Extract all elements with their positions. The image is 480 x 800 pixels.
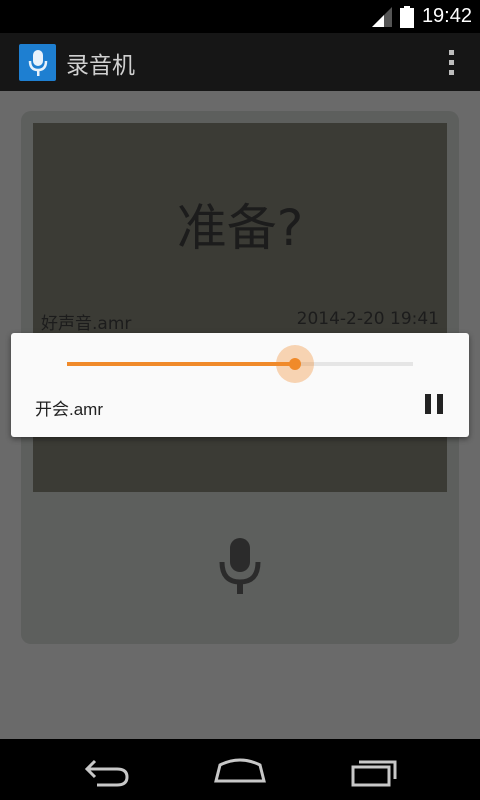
overflow-menu-button[interactable]: [446, 48, 458, 78]
microphone-icon: [219, 538, 261, 594]
back-button[interactable]: [77, 753, 137, 787]
status-icons: 19:42: [371, 0, 472, 33]
navigation-bar: [0, 739, 480, 800]
status-time: 19:42: [421, 5, 472, 27]
app-icon[interactable]: [19, 44, 56, 81]
battery-icon: [399, 5, 414, 28]
app-title: 录音机: [66, 53, 135, 79]
last-recording-date: 2014-2-20 19:41: [296, 309, 439, 329]
record-button[interactable]: [217, 536, 263, 596]
pause-icon: [425, 394, 431, 414]
seek-bar-thumb[interactable]: [276, 345, 315, 383]
overflow-menu-icon: [449, 50, 454, 75]
home-button[interactable]: [210, 753, 270, 787]
last-recording-name[interactable]: 好声音.amr: [41, 309, 131, 334]
status-bar: 19:42: [0, 0, 480, 33]
action-bar: 录音机: [0, 33, 480, 91]
recent-apps-button[interactable]: [345, 753, 405, 787]
recorder-status-text: 准备?: [176, 199, 304, 257]
pause-icon: [437, 394, 443, 414]
seek-bar-progress: [67, 362, 296, 366]
microphone-icon: [28, 49, 47, 76]
playback-popup: 开会.amr: [11, 333, 469, 437]
signal-icon: [371, 6, 392, 27]
seek-bar-thumb-dot: [289, 358, 302, 370]
back-icon: [84, 759, 129, 787]
home-icon: [214, 758, 266, 783]
recent-apps-icon: [351, 760, 397, 787]
playing-track-name: 开会.amr: [35, 400, 103, 419]
seek-bar[interactable]: [67, 362, 413, 366]
pause-button[interactable]: [423, 392, 445, 416]
